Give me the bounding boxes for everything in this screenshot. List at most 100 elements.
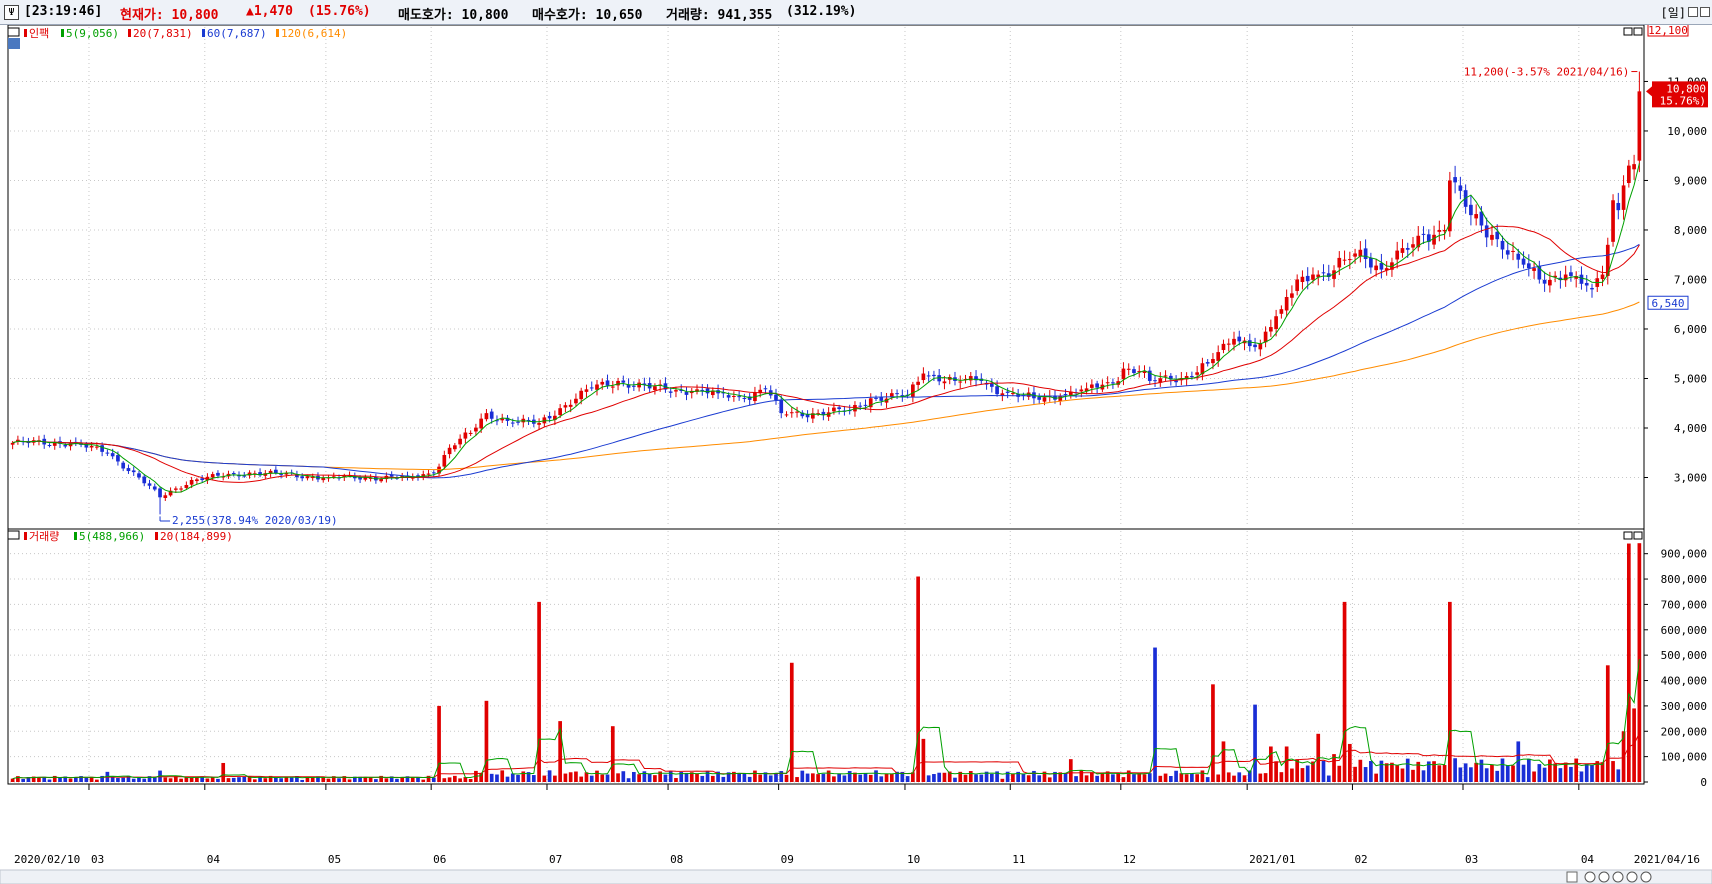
volume-bar <box>242 776 247 782</box>
candle-body <box>468 432 473 434</box>
volume-bar <box>263 778 268 782</box>
volume-bar <box>421 779 426 782</box>
stock-chart[interactable]: 3,000 4,000 5,000 6,000 7,000 8,000 9,000 10,00… <box>0 25 1712 884</box>
candle-body <box>942 381 947 384</box>
close-button[interactable] <box>1700 7 1710 17</box>
candle-body <box>110 453 115 457</box>
volume-bar <box>184 777 189 782</box>
volume-bar <box>647 773 652 782</box>
volume-bar <box>1258 773 1263 782</box>
candle-body <box>537 423 541 425</box>
volume-bar <box>858 774 863 782</box>
volume-bar <box>216 778 220 782</box>
volume-legend-swatch <box>24 532 27 540</box>
candle-body <box>832 407 836 412</box>
volume-bar <box>516 774 520 782</box>
volume-bar <box>663 774 668 782</box>
candle-body <box>668 391 673 393</box>
candle-body <box>242 475 247 477</box>
candle-body <box>1511 250 1515 252</box>
price-axis-label: 8,000 <box>1674 224 1707 237</box>
candle-body <box>1516 253 1521 260</box>
volume-bar <box>1137 773 1142 782</box>
volume-bar <box>1026 775 1031 782</box>
volume-bar <box>489 773 494 782</box>
volume-bar <box>1584 763 1589 782</box>
volume-bar <box>721 776 726 782</box>
volume-bar <box>710 775 715 782</box>
volume-bar <box>1047 777 1052 782</box>
candle-body <box>1042 397 1047 402</box>
maximize-button[interactable] <box>1688 7 1698 17</box>
volume-axis-label: 700,000 <box>1661 598 1707 611</box>
volume-bar <box>589 775 594 782</box>
volume-bar <box>1326 775 1331 782</box>
volume-bar <box>674 778 678 782</box>
x-axis-label: 11 <box>1012 853 1025 866</box>
chart-area[interactable]: 3,000 4,000 5,000 6,000 7,000 8,000 9,000 10,00… <box>0 25 1712 884</box>
volume-bar <box>131 778 136 782</box>
volume-bar <box>84 777 89 782</box>
volume-bar <box>632 771 636 782</box>
volume-bar <box>1616 769 1621 782</box>
candle-body <box>1190 376 1194 378</box>
candle-body <box>479 418 484 429</box>
candle-body <box>858 405 863 407</box>
x-axis-label: 04 <box>1581 853 1595 866</box>
candle-body <box>684 391 689 395</box>
volume-bar <box>863 773 868 782</box>
zoom-in-icon <box>1598 871 1610 883</box>
volume-bar <box>95 779 99 782</box>
volume-bar <box>279 778 283 782</box>
volume-bar <box>337 778 341 782</box>
candle-body <box>1616 202 1621 211</box>
volume-bar <box>1579 771 1584 782</box>
volume-bar <box>832 776 836 782</box>
volume-bar <box>189 777 194 782</box>
volume-bar <box>116 778 120 782</box>
candle-body <box>1284 297 1289 311</box>
candle-body <box>1548 279 1552 286</box>
volume-bar <box>837 773 842 782</box>
x-axis-label: 08 <box>670 853 683 866</box>
volume-bar <box>637 774 641 782</box>
filter-icon[interactable]: Ψ <box>4 5 19 20</box>
volume-bar <box>784 774 789 782</box>
period-selector[interactable]: [일] <box>1661 4 1687 21</box>
volume-bar <box>1347 743 1352 782</box>
candle-body <box>1421 233 1426 235</box>
hand-icon <box>1612 871 1624 883</box>
candle-body <box>1484 225 1489 238</box>
volume-bar <box>1605 665 1610 782</box>
price-axis-label: 5,000 <box>1674 372 1707 385</box>
candle-body <box>210 474 215 478</box>
volume-bar <box>537 601 541 782</box>
candle-body <box>1253 344 1257 348</box>
volume-bar <box>1521 764 1526 782</box>
volume-bar <box>1321 760 1326 782</box>
candle-body <box>453 445 457 450</box>
volume-bar <box>753 770 757 782</box>
volume-bar <box>1374 773 1378 782</box>
candle-body <box>216 472 220 476</box>
candle-body <box>1495 231 1500 240</box>
volume-bar <box>73 777 78 782</box>
candle-body <box>1579 274 1584 284</box>
candle-body <box>674 390 678 392</box>
volume-bar <box>800 770 805 782</box>
volume-bar <box>1084 775 1089 782</box>
candle-body <box>632 385 636 387</box>
volume-bar <box>937 772 942 782</box>
candle-body <box>547 415 552 419</box>
volume-bar <box>410 777 415 782</box>
volume-bar <box>1490 764 1494 782</box>
low-annotation: 2,255(378.94% 2020/03/19) <box>172 514 338 527</box>
candle-body <box>584 389 589 392</box>
high-annotation: 11,200(-3.57% 2021/04/16) <box>1464 66 1630 79</box>
volume-bar <box>600 774 605 782</box>
volume-bar <box>1179 773 1184 782</box>
volume-bar <box>1474 762 1479 782</box>
volume-bar <box>737 773 741 782</box>
volume-bar <box>874 770 878 782</box>
volume-bar <box>226 778 231 782</box>
